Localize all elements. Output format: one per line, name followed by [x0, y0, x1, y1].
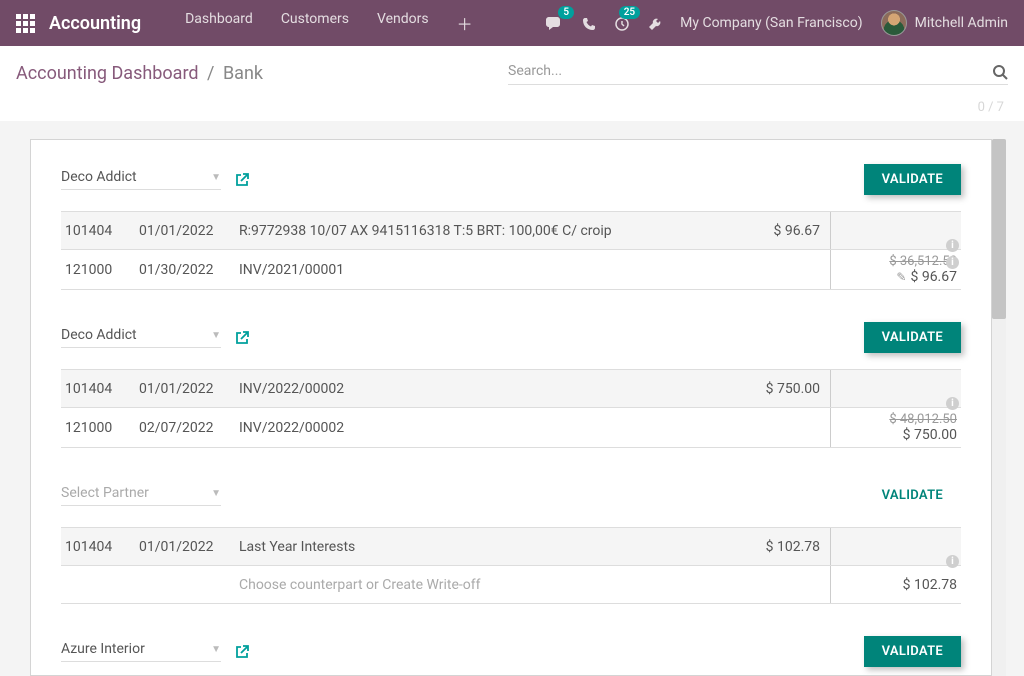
partner-select[interactable]: Azure Interior▼ — [61, 641, 221, 662]
wrench-icon[interactable] — [648, 14, 662, 33]
app-brand: Accounting — [49, 13, 141, 34]
partner-select[interactable]: Select Partner▼ — [61, 485, 221, 506]
external-link-icon[interactable] — [235, 172, 249, 188]
table-row[interactable]: 10140401/01/2022INV/2022/00002$ 750.00i — [61, 370, 961, 408]
nav-plus-icon[interactable]: ＋ — [443, 11, 487, 35]
info-icon[interactable]: i — [946, 555, 959, 568]
partner-select[interactable]: Deco Addict▼ — [61, 169, 221, 190]
validate-button[interactable]: VALIDATE — [864, 322, 961, 353]
partner-select[interactable]: Deco Addict▼ — [61, 327, 221, 348]
chevron-down-icon: ▼ — [211, 172, 221, 183]
table-row[interactable]: 12100002/07/2022INV/2022/00002$ 48,012.5… — [61, 408, 961, 448]
external-link-icon[interactable] — [235, 330, 249, 346]
validate-button[interactable]: VALIDATE — [864, 480, 961, 511]
breadcrumb-root[interactable]: Accounting Dashboard — [16, 63, 199, 84]
record-counter: 0 / 7 — [0, 94, 1024, 121]
table-row[interactable]: 10140401/01/2022Last Year Interests$ 102… — [61, 528, 961, 566]
scrollbar[interactable] — [992, 139, 1006, 676]
apps-icon[interactable] — [16, 14, 35, 33]
nav-customers[interactable]: Customers — [267, 11, 363, 35]
chevron-down-icon: ▼ — [211, 488, 221, 499]
table-row[interactable]: Choose counterpart or Create Write-off$ … — [61, 566, 961, 604]
company-selector[interactable]: My Company (San Francisco) — [680, 15, 862, 31]
avatar — [881, 10, 907, 36]
chat-badge: 5 — [558, 6, 574, 19]
nav-vendors[interactable]: Vendors — [363, 11, 443, 35]
pencil-icon: ✎ — [896, 270, 906, 284]
user-menu[interactable]: Mitchell Admin — [881, 10, 1008, 36]
clock-icon[interactable]: 25 — [614, 14, 630, 33]
breadcrumb-current: Bank — [223, 63, 263, 84]
table-row[interactable]: 10140401/01/2022R:9772938 10/07 AX 94151… — [61, 212, 961, 250]
chevron-down-icon: ▼ — [211, 644, 221, 655]
table-row[interactable]: 12100001/30/2022INV/2021/00001$ 36,512.5… — [61, 250, 961, 290]
breadcrumb: Accounting Dashboard / Bank — [16, 63, 263, 84]
username: Mitchell Admin — [915, 15, 1008, 31]
clock-badge: 25 — [619, 6, 640, 19]
search-input[interactable] — [508, 63, 992, 79]
chevron-down-icon: ▼ — [211, 330, 221, 341]
info-icon[interactable]: i — [946, 256, 959, 269]
external-link-icon[interactable] — [235, 644, 249, 660]
search-icon[interactable] — [992, 61, 1008, 80]
chat-icon[interactable]: 5 — [546, 14, 564, 33]
scroll-thumb[interactable] — [992, 139, 1006, 319]
validate-button[interactable]: VALIDATE — [864, 636, 961, 667]
nav-dashboard[interactable]: Dashboard — [171, 11, 267, 35]
phone-icon[interactable] — [582, 14, 596, 33]
validate-button[interactable]: VALIDATE — [864, 164, 961, 195]
